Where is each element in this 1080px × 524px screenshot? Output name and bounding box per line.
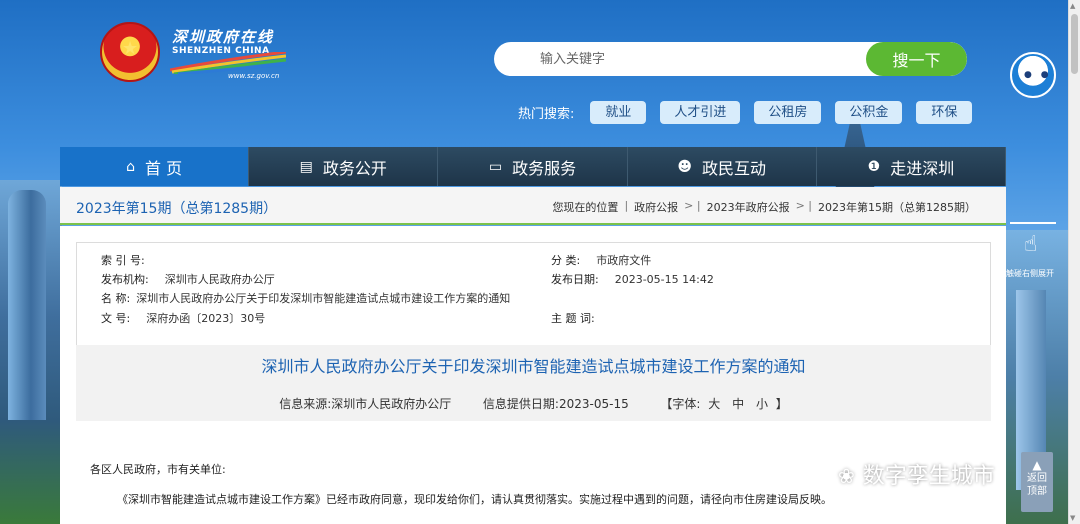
document-title: 深圳市人民政府办公厅关于印发深圳市智能建造试点城市建设工作方案的通知	[261, 357, 806, 376]
touch-expand-hint[interactable]: ☝ 触碰右侧展开	[1006, 222, 1062, 282]
meta-name: 名 称: 深圳市人民政府办公厅关于印发深圳市智能建造试点城市建设工作方案的通知	[101, 292, 511, 305]
monitor-icon: ▭	[488, 158, 503, 175]
nav-label: 政务公开	[322, 158, 387, 178]
search-button[interactable]: 搜一下	[866, 42, 967, 76]
font-large-button[interactable]: 大	[708, 397, 720, 411]
assistant-mascot-icon[interactable]: ● ●	[1010, 52, 1056, 98]
hot-tag-jiuye[interactable]: 就业	[590, 100, 647, 124]
nav-services[interactable]: ▭ 政务服务	[438, 147, 628, 186]
nav-label: 政务服务	[512, 158, 577, 178]
document-info: 信息来源:深圳市人民政府办公厅 信息提供日期:2023-05-15 【字体: 大…	[76, 395, 991, 412]
breadcrumb: 您现在的位置 | 政府公报 > | 2023年政府公报 > | 2023年第15…	[552, 199, 976, 215]
salutation: 各区人民政府，市有关单位:	[90, 463, 226, 476]
hot-tag-gongzufang[interactable]: 公租房	[754, 100, 822, 124]
provide-date-value: 2023-05-15	[558, 397, 629, 411]
hot-search: 热门搜索: 就业 人才引进 公租房 公积金 环保	[518, 100, 986, 124]
people-icon: ☻	[677, 158, 692, 175]
document-title-box: 深圳市人民政府办公厅关于印发深圳市智能建造试点城市建设工作方案的通知 信息来源:…	[76, 345, 991, 421]
star-icon: ★	[122, 38, 139, 59]
site-name-cn: 深圳政府在线	[172, 28, 275, 46]
hot-search-label: 热门搜索:	[518, 106, 575, 122]
hot-tag-rencai[interactable]: 人才引进	[660, 100, 741, 124]
hot-tag-gongjijin[interactable]: 公积金	[835, 100, 903, 124]
nav-home[interactable]: ⌂ 首 页	[60, 147, 250, 186]
meta-index: 索 引 号:	[101, 254, 145, 267]
hand-pointer-icon: ☝	[1024, 232, 1038, 257]
search-bar: 搜一下	[494, 42, 967, 76]
nav-label: 走进深圳	[890, 158, 955, 178]
page-scrollbar[interactable]: ▲ ▼	[1068, 0, 1080, 524]
nav-about-shenzhen[interactable]: ❶ 走进深圳	[816, 147, 1007, 186]
breadcrumb-issue[interactable]: 2023年第15期（总第1285期）	[818, 199, 976, 215]
tower-building	[8, 190, 46, 420]
breadcrumb-location: 您现在的位置	[552, 201, 619, 214]
arrow-up-icon: ▲	[1032, 458, 1042, 472]
meta-date: 发布日期: 2023-05-15 14:42	[551, 273, 714, 286]
double-arrow-icon	[1010, 222, 1056, 224]
source-value: 深圳市人民政府办公厅	[331, 397, 452, 411]
font-small-button[interactable]: 小	[756, 397, 768, 411]
touch-hint-text: 触碰右侧展开	[1006, 269, 1054, 278]
breadcrumb-separator: > |	[795, 199, 812, 212]
search-input[interactable]	[494, 42, 866, 76]
back-to-top-button[interactable]: ▲ 返回 顶部	[1021, 452, 1053, 512]
nav-government-affairs[interactable]: ▤ 政务公开	[249, 147, 439, 186]
breadcrumb-gazette[interactable]: 政府公报	[634, 199, 678, 215]
nav-interaction[interactable]: ☻ 政民互动	[627, 147, 817, 186]
rainbow-ribbon-icon	[170, 52, 286, 74]
cityscape-left	[0, 180, 62, 524]
breadcrumb-separator: > |	[684, 199, 701, 212]
breadcrumb-2023[interactable]: 2023年政府公报	[707, 199, 790, 215]
scroll-down-icon[interactable]: ▼	[1070, 514, 1075, 522]
meta-category: 分 类: 市政府文件	[551, 254, 652, 267]
scroll-up-icon[interactable]: ▲	[1070, 2, 1075, 10]
nav-label: 政民互动	[702, 158, 767, 178]
mascot-eyes-icon: ● ●	[1024, 70, 1052, 80]
scroll-thumb[interactable]	[1071, 14, 1078, 74]
font-size-label: 【字体:	[660, 397, 701, 411]
breadcrumb-separator: |	[624, 199, 629, 212]
document-meta-table: 索 引 号: 分 类: 市政府文件 发布机构: 深圳市人民政府办公厅 发布日期: 20…	[76, 242, 991, 353]
meta-org: 发布机构: 深圳市人民政府办公厅	[101, 273, 275, 286]
meta-subject: 主 题 词:	[551, 312, 595, 325]
meta-docno: 文 号: 深府办函〔2023〕30号	[101, 312, 266, 325]
main-nav: ⌂ 首 页 ▤ 政务公开 ▭ 政务服务 ☻ 政民互动 ❶ 走进深圳	[60, 147, 1007, 186]
home-icon: ⌂	[126, 158, 135, 175]
wechat-icon: ❀	[838, 464, 855, 488]
national-emblem-icon: ★	[100, 22, 160, 82]
body-paragraph: 《深圳市智能建造试点城市建设工作方案》已经市政府同意，现印发给你们，请认真贯彻落…	[117, 493, 832, 506]
nav-label: 首 页	[145, 158, 183, 178]
provide-date-label: 信息提供日期:	[482, 397, 559, 411]
watermark: ❀ 数字孪生城市	[838, 464, 995, 489]
hot-tag-huanbao[interactable]: 环保	[916, 100, 973, 124]
font-medium-button[interactable]: 中	[732, 397, 744, 411]
issue-title: 2023年第15期（总第1285期）	[76, 201, 278, 217]
news-icon: ▤	[299, 158, 313, 175]
site-logo[interactable]: ★ 深圳政府在线 SHENZHEN CHINA www.sz.gov.cn	[100, 22, 290, 86]
font-size-close: 】	[775, 397, 788, 411]
site-url: www.sz.gov.cn	[228, 72, 280, 80]
info-icon: ❶	[867, 158, 881, 175]
breadcrumb-bar: 2023年第15期（总第1285期） 您现在的位置 | 政府公报 > | 202…	[60, 187, 1006, 225]
source-label: 信息来源:	[279, 397, 332, 411]
